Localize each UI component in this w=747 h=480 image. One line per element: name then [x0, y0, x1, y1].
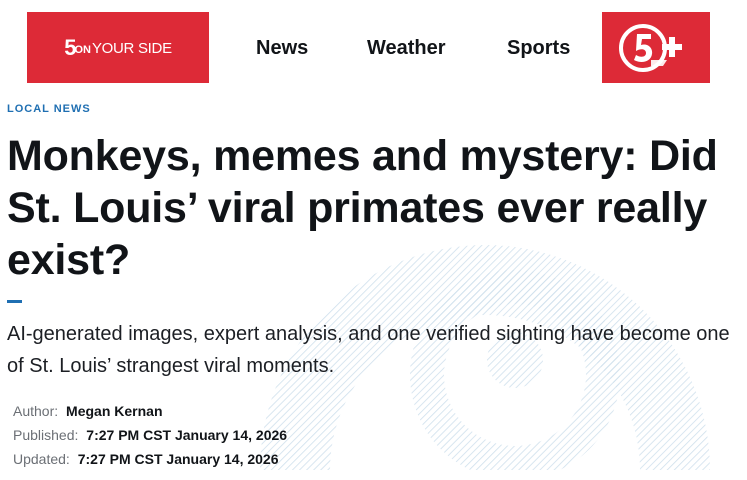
- published-line: Published: 7:27 PM CST January 14, 2026: [13, 426, 287, 444]
- five-plus-peacock-icon: [619, 23, 682, 72]
- author-name-link[interactable]: Megan Kernan: [66, 403, 162, 419]
- nav-weather[interactable]: Weather: [367, 36, 446, 60]
- logo-on-text: ON: [74, 43, 91, 56]
- section-kicker-local-news[interactable]: LOCAL NEWS: [7, 103, 91, 115]
- author-line: Author: Megan Kernan: [13, 402, 163, 420]
- station-logo-on-your-side[interactable]: 5 ON YOUR SIDE: [27, 12, 209, 83]
- author-label: Author:: [13, 403, 59, 419]
- updated-label: Updated:: [13, 451, 70, 467]
- article-headline: Monkeys, memes and mystery: Did St. Loui…: [7, 132, 718, 284]
- updated-line: Updated: 7:27 PM CST January 14, 2026: [13, 450, 279, 468]
- headline-divider: [7, 300, 22, 303]
- updated-timestamp: 7:27 PM CST January 14, 2026: [77, 451, 279, 467]
- logo-your-side-text: YOUR SIDE: [91, 40, 172, 57]
- article-subheadline: AI-generated images, expert analysis, an…: [7, 323, 730, 377]
- published-label: Published:: [13, 427, 79, 443]
- nav-sports[interactable]: Sports: [507, 36, 570, 60]
- published-timestamp: 7:27 PM CST January 14, 2026: [86, 427, 288, 443]
- nav-news[interactable]: News: [256, 36, 308, 60]
- five-plus-logo-button[interactable]: [602, 12, 710, 83]
